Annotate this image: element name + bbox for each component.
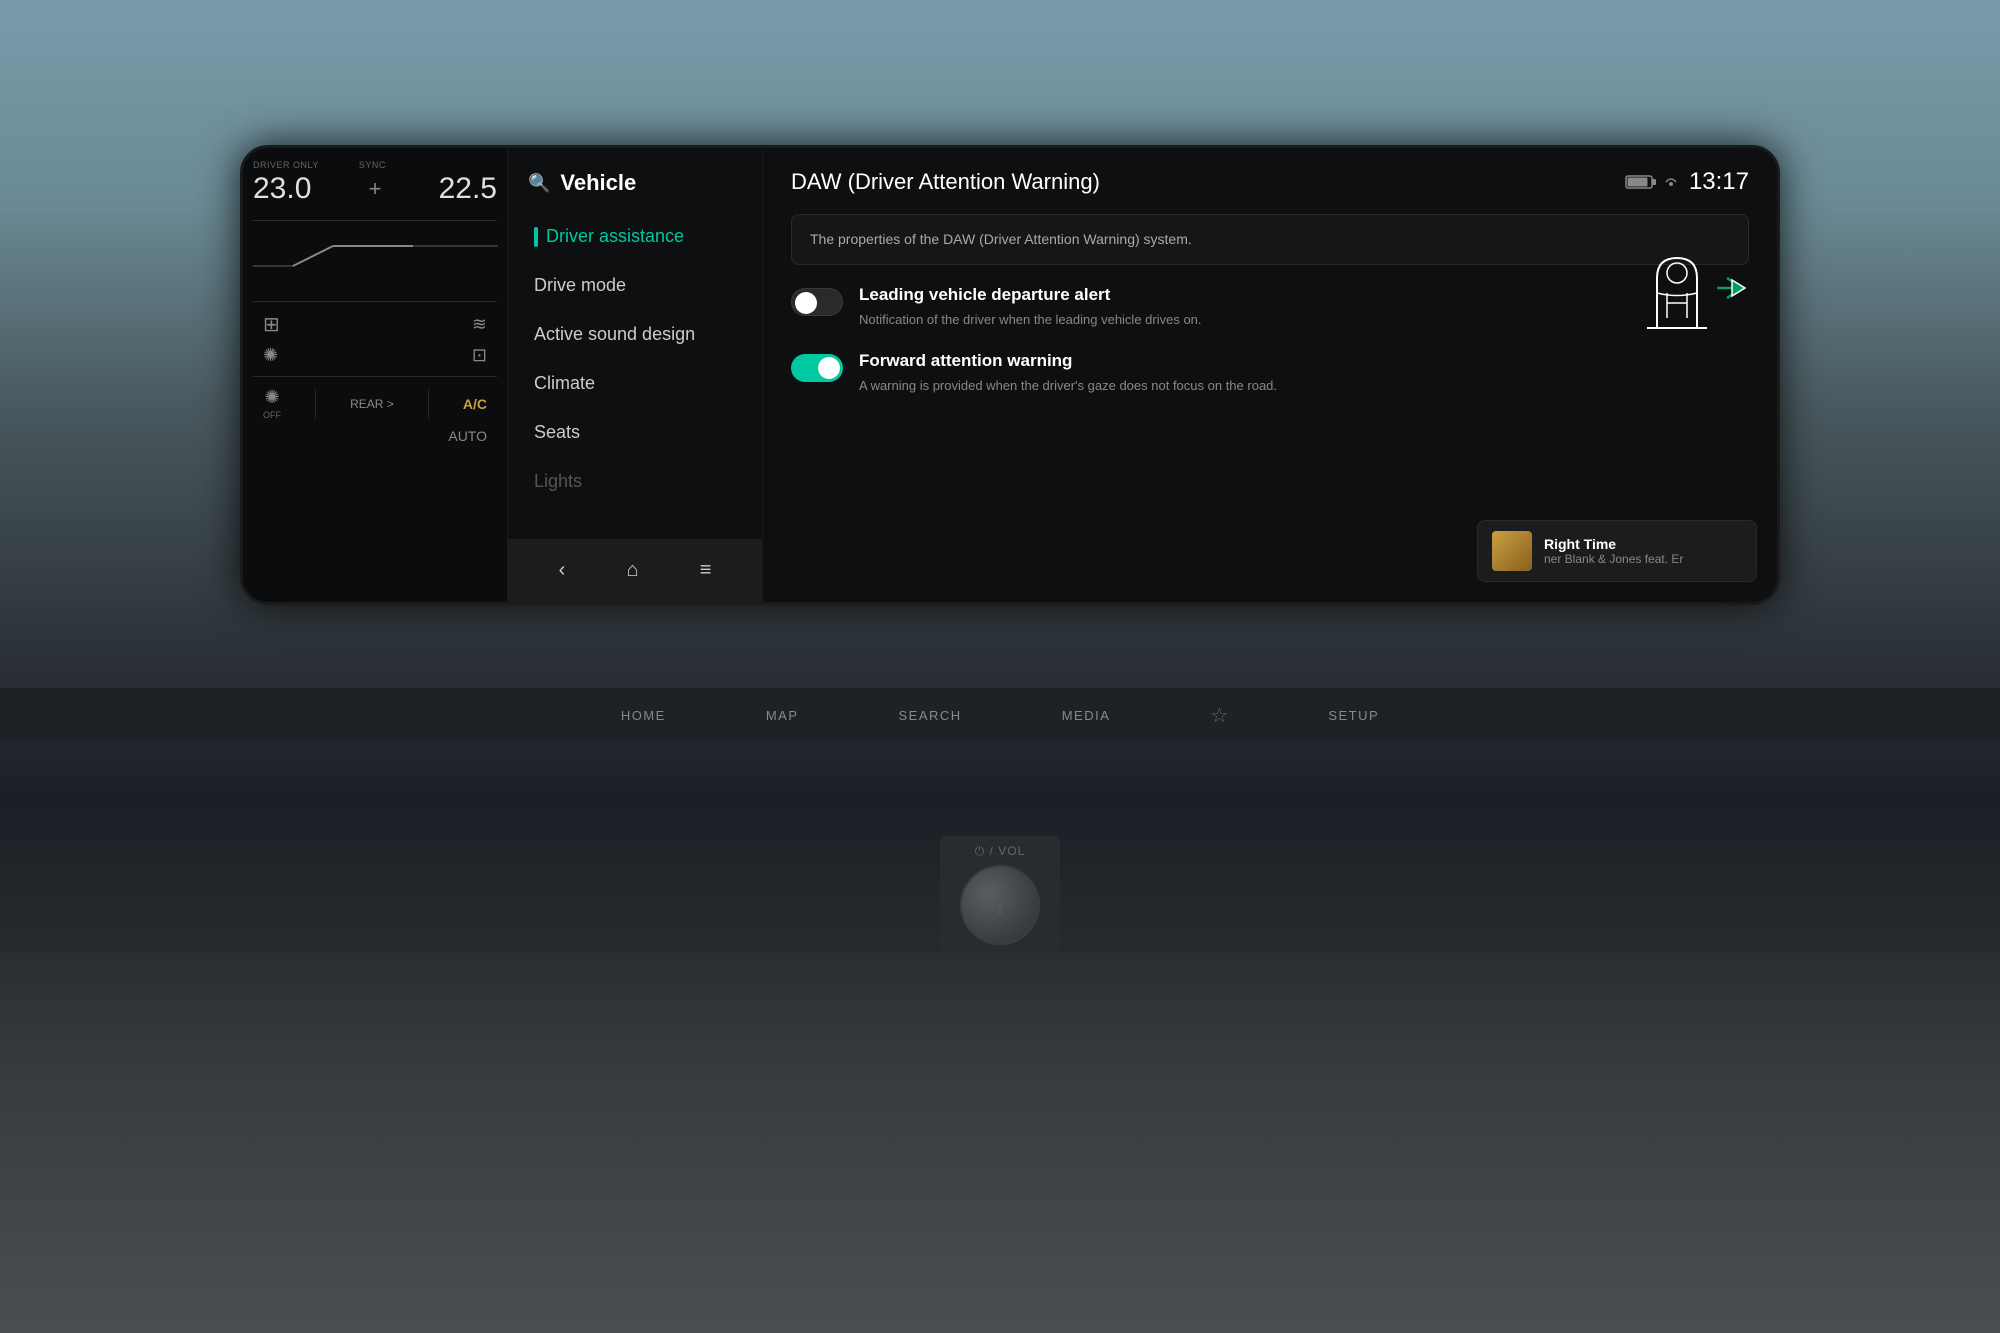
content-header: DAW (Driver Attention Warning) 1 (791, 168, 1749, 196)
star-button[interactable]: ☆ (1210, 703, 1228, 728)
page-title: DAW (Driver Attention Warning) (791, 169, 1100, 195)
hardware-nav-bar: HOME MAP SEARCH MEDIA ☆ SETUP (0, 688, 2000, 743)
bottom-navigation: ‹ ⌂ ≡ (508, 539, 762, 602)
fan-icon[interactable]: ✺ (263, 345, 278, 366)
toggle-knob (795, 292, 817, 314)
menu-item-climate[interactable]: Climate (524, 359, 746, 408)
media-hw-button[interactable]: MEDIA (1062, 708, 1111, 723)
menu-header: 🔍 Vehicle (508, 148, 762, 212)
menu-item-active-sound[interactable]: Active sound design (524, 310, 746, 359)
menu-item-lights[interactable]: Lights (524, 457, 746, 506)
plus-button[interactable]: + (369, 176, 382, 202)
vent-controls: ⊞ ≋ (253, 308, 497, 341)
setup-hw-button[interactable]: SETUP (1328, 708, 1379, 723)
rear-defrost-icon[interactable]: ⊡ (472, 345, 487, 366)
home-hw-button[interactable]: HOME (621, 708, 666, 723)
toggle-forward-attention[interactable] (791, 354, 843, 382)
sync-label: SYNC (359, 160, 386, 170)
bottom-controls: ✺ OFF REAR > A/C (253, 383, 497, 424)
music-widget[interactable]: Right Time ner Blank & Jones feat. Er (1477, 520, 1757, 582)
music-artist: ner Blank & Jones feat. Er (1544, 552, 1742, 566)
volume-knob-area: ⏻ / VOL (940, 836, 1060, 953)
main-content-panel: DAW (Driver Attention Warning) 1 (763, 148, 1777, 602)
menu-item-driver-assistance[interactable]: Driver assistance (524, 212, 746, 261)
toggle-on[interactable] (791, 354, 843, 382)
menu-button[interactable]: ≡ (680, 551, 732, 590)
home-button[interactable]: ⌂ (606, 551, 658, 590)
rear-button[interactable]: REAR > (350, 397, 394, 411)
ac-controls: ✺ ⊡ (253, 341, 497, 370)
off-text: OFF (263, 410, 281, 420)
search-icon[interactable]: 🔍 (528, 173, 550, 194)
climate-panel: DRIVER ONLY SYNC 23.0 + 22.5 (243, 148, 508, 602)
power-vol-label: ⏻ / VOL (975, 844, 1026, 859)
lights-label: Lights (534, 471, 582, 492)
seats-label: Seats (534, 422, 580, 443)
toggle-off[interactable] (791, 288, 843, 316)
active-indicator (534, 227, 538, 247)
temp-graph (253, 231, 497, 291)
active-sound-label: Active sound design (534, 324, 695, 345)
music-title: Right Time (1544, 536, 1742, 552)
dashboard-lower (0, 953, 2000, 1333)
back-button[interactable]: ‹ (539, 551, 586, 590)
toggle-leading-vehicle[interactable] (791, 288, 843, 316)
setting-desc-forward: A warning is provided when the driver's … (859, 377, 1749, 395)
music-info: Right Time ner Blank & Jones feat. Er (1544, 536, 1742, 566)
volume-knob[interactable] (960, 865, 1040, 945)
fan-off-icon[interactable]: ✺ (264, 387, 279, 408)
menu-item-seats[interactable]: Seats (524, 408, 746, 457)
search-hw-button[interactable]: SEARCH (899, 708, 962, 723)
ac-button[interactable]: A/C (463, 396, 487, 412)
infotainment-screen: DRIVER ONLY SYNC 23.0 + 22.5 (240, 145, 1780, 605)
description-text: The properties of the DAW (Driver Attent… (810, 231, 1192, 247)
menu-item-drive-mode[interactable]: Drive mode (524, 261, 746, 310)
battery-icon (1625, 174, 1679, 190)
clock: 13:17 (1689, 168, 1749, 196)
auto-button[interactable]: AUTO (448, 428, 487, 444)
auto-row: AUTO (253, 424, 497, 448)
climate-label: Climate (534, 373, 595, 394)
time-area: 13:17 (1625, 168, 1749, 196)
driver-only-label: DRIVER ONLY (253, 160, 319, 170)
menu-panel: 🔍 Vehicle Driver assistance Drive mode A… (508, 148, 763, 602)
heat-icon[interactable]: ≋ (472, 314, 487, 335)
vent-icon[interactable]: ⊞ (263, 312, 280, 337)
driver-temp: 23.0 (253, 172, 311, 206)
menu-title: Vehicle (560, 170, 636, 196)
album-art (1492, 531, 1532, 571)
toggle-knob-2 (818, 357, 840, 379)
driver-assistance-label: Driver assistance (546, 226, 684, 247)
menu-items-list: Driver assistance Drive mode Active soun… (508, 212, 762, 539)
car-illustration (1597, 238, 1757, 358)
map-hw-button[interactable]: MAP (766, 708, 799, 723)
drive-mode-label: Drive mode (534, 275, 626, 296)
sync-temp: 22.5 (439, 172, 497, 206)
